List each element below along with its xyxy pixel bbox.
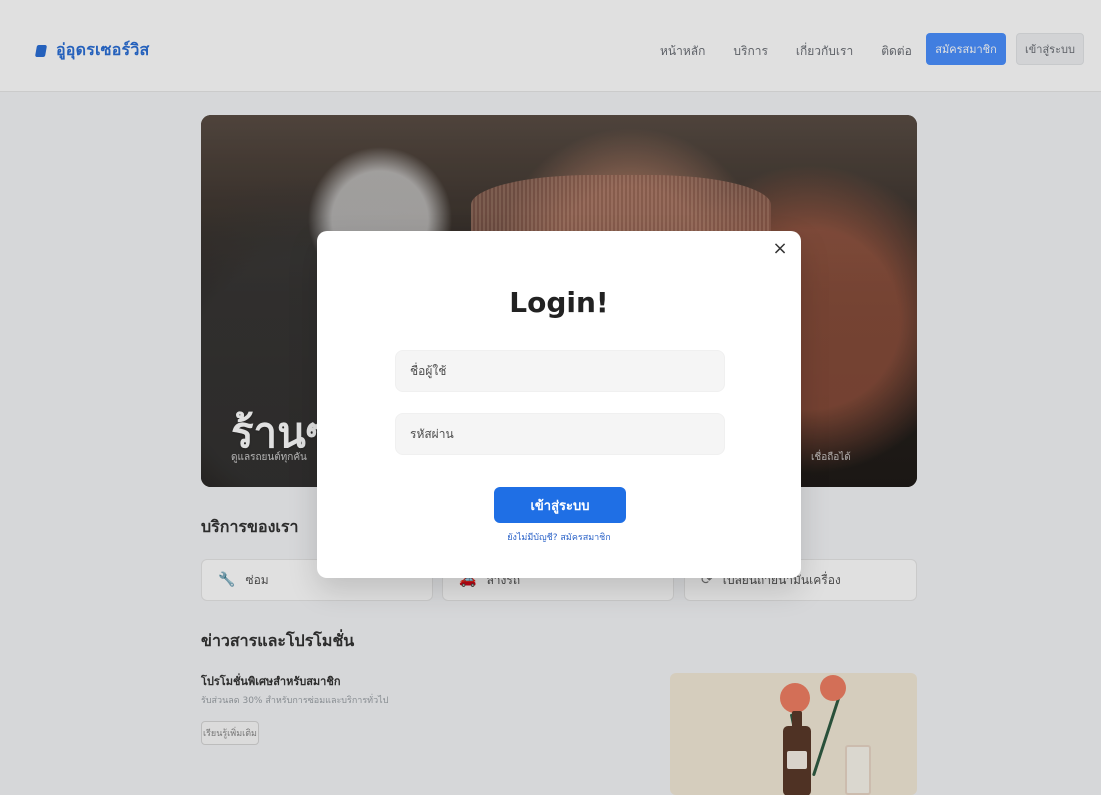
password-input[interactable] <box>395 413 725 455</box>
username-input[interactable] <box>395 350 725 392</box>
signup-link[interactable]: ยังไม่มีบัญชี? สมัครสมาชิก <box>317 530 801 544</box>
close-icon[interactable]: × <box>769 237 791 259</box>
login-title: Login! <box>509 286 609 319</box>
login-modal: × Login! เข้าสู่ระบบ ยังไม่มีบัญชี? สมัค… <box>317 231 801 578</box>
login-submit-button[interactable]: เข้าสู่ระบบ <box>494 487 626 523</box>
